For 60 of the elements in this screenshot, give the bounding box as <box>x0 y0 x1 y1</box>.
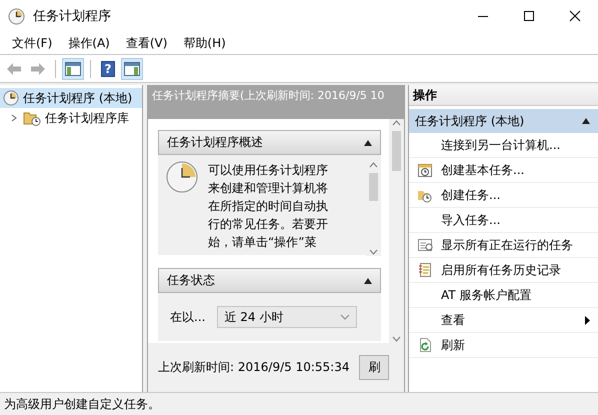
tree-item[interactable]: 任务计划程序 (本地) <box>0 88 142 108</box>
help-icon: ? <box>101 60 115 76</box>
chevron-down-icon <box>340 314 350 320</box>
action-item[interactable]: 查看 <box>409 308 598 333</box>
section-header[interactable]: 任务计划程序概述 <box>158 130 381 155</box>
pane-title: 操作 <box>409 85 598 106</box>
clock-icon <box>166 161 198 193</box>
back-arrow-icon <box>6 62 22 76</box>
window-title: 任务计划程序 <box>33 8 112 25</box>
submenu-arrow-icon <box>585 316 590 324</box>
scrollbar-thumb[interactable] <box>369 173 378 201</box>
action-item[interactable]: 刷新 <box>409 333 598 358</box>
close-icon[interactable] <box>569 10 581 22</box>
refresh-button[interactable]: 刷 <box>359 355 390 380</box>
section-header[interactable]: 任务状态 <box>158 268 381 293</box>
calendar-clock-icon <box>417 162 433 178</box>
summary-title: 任务计划程序摘要(上次刷新时间: 2016/9/5 10 <box>152 88 384 103</box>
task-list-icon <box>417 237 433 253</box>
refresh-icon <box>417 337 433 353</box>
tree-item[interactable]: 任务计划程序库 <box>0 108 142 128</box>
toolbar-button[interactable] <box>121 58 143 80</box>
pane-icon <box>65 62 81 76</box>
menu-item[interactable]: 查看(V) <box>118 34 176 52</box>
section-title: 任务计划程序概述 <box>167 134 263 151</box>
maximize-icon[interactable] <box>523 10 535 22</box>
last-refresh-text: 上次刷新时间: 2016/9/5 10:55:34 <box>158 359 350 376</box>
tree-item-label: 任务计划程序库 <box>45 110 129 126</box>
scroll-down-icon <box>369 248 378 256</box>
time-range-dropdown[interactable]: 近 24 小时 <box>217 306 358 328</box>
overview-text: 可以使用任务计划程序来创建和管理计算机将在所指定的时间自动执行的常见任务。若要开始，请单击“操作”菜 <box>208 162 329 251</box>
menu-item[interactable]: 操作(A) <box>60 34 118 52</box>
menu-item[interactable]: 文件(F) <box>4 34 60 52</box>
action-item[interactable]: AT 服务帐户配置 <box>409 283 598 308</box>
action-item[interactable]: 导入任务... <box>409 208 598 233</box>
notebook-icon <box>417 262 433 278</box>
clock-icon <box>3 90 19 106</box>
section-title: 任务状态 <box>167 272 215 289</box>
folder-clock-icon <box>23 110 41 126</box>
scrollbar[interactable] <box>389 119 404 343</box>
group-title: 任务计划程序 (本地) <box>415 112 524 130</box>
forward-arrow-icon <box>30 62 46 76</box>
status-text: 为高级用户创建自定义任务。 <box>4 396 160 412</box>
expand-chevron-icon[interactable] <box>9 113 19 123</box>
action-item[interactable]: 启用所有任务历史记录 <box>409 258 598 283</box>
action-item[interactable]: 连接到另一台计算机... <box>409 133 598 158</box>
toolbar-button[interactable] <box>62 58 84 80</box>
scroll-down-icon <box>392 335 401 343</box>
filter-label: 在以... <box>170 308 206 326</box>
action-item[interactable]: 创建任务... <box>409 183 598 208</box>
menu-item[interactable]: 帮助(H) <box>175 34 234 52</box>
action-group-header[interactable]: 任务计划程序 (本地) <box>409 109 598 133</box>
scrollbar-thumb[interactable] <box>392 131 401 171</box>
pane-icon <box>124 62 140 76</box>
action-item[interactable]: 显示所有正在运行的任务 <box>409 233 598 258</box>
clock-icon <box>8 8 25 24</box>
action-item[interactable]: 创建基本任务... <box>409 158 598 183</box>
scroll-up-icon <box>392 119 401 127</box>
scroll-up-icon <box>369 161 378 169</box>
tree-item-label: 任务计划程序 (本地) <box>23 90 132 106</box>
toolbar-button[interactable]: ? <box>97 58 119 80</box>
